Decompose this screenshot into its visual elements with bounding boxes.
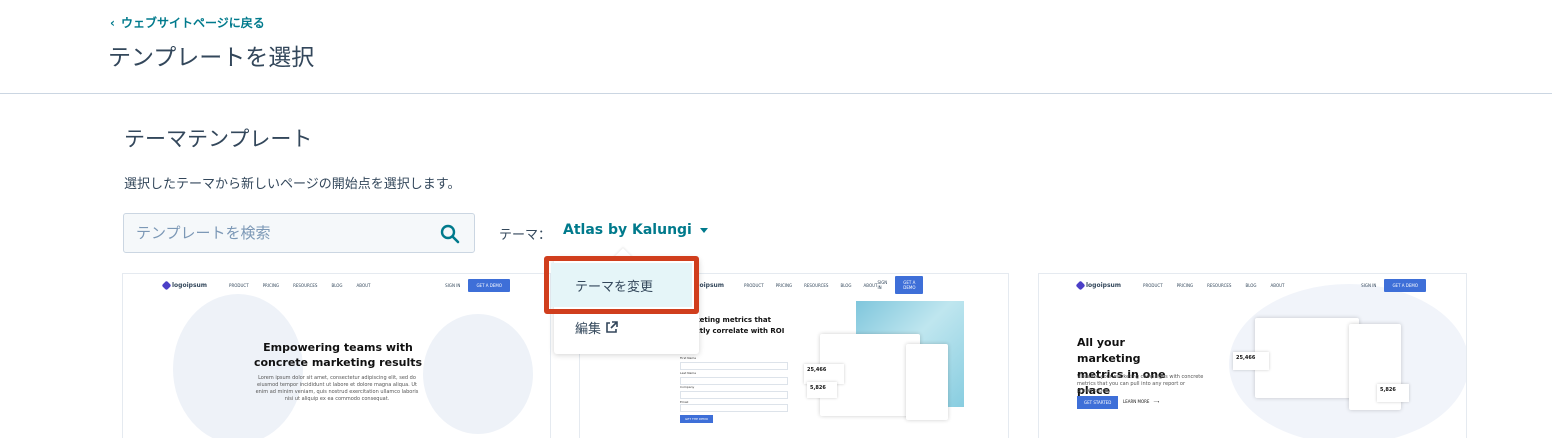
arrow-right-icon: ⟶ [1153, 399, 1160, 404]
template-card[interactable]: logoipsum PRODUCT PRICING RESOURCES BLOG… [123, 274, 550, 438]
template-nav-item: PRICING [1176, 282, 1194, 288]
template-nav-item: ABOUT [863, 282, 878, 288]
template-body: Lorem ipsum dolor sit amet, consectetur … [255, 375, 419, 402]
template-nav-item: PRODUCT [744, 282, 764, 288]
logo-icon [1075, 280, 1086, 290]
template-nav: logoipsum PRODUCT PRICING RESOURCES BLOG… [123, 274, 550, 296]
template-nav-item: PRODUCT [1143, 282, 1163, 288]
section-description: 選択したテーマから新しいページの開始点を選択します。 [124, 177, 461, 192]
decorative-blob [423, 314, 533, 434]
edit-theme-label: 編集 [575, 321, 602, 337]
back-link-label: ウェブサイトページに戻る [120, 16, 265, 30]
page-title: テンプレートを選択 [108, 45, 315, 71]
template-nav-item: BLOG [331, 282, 343, 288]
back-link[interactable]: ‹ ウェブサイトページに戻る [110, 14, 265, 31]
dashboard-panel [906, 344, 948, 420]
stat-card: 5,826 [807, 382, 837, 398]
template-cta: GET A DEMO [468, 278, 510, 292]
template-sign-in: SIGN IN [445, 282, 461, 288]
theme-label: テーマ： [499, 228, 552, 243]
template-card[interactable]: logoipsum PRODUCT PRICING RESOURCES BLOG… [1039, 274, 1466, 438]
logo-text: logoipsum [172, 281, 208, 289]
stat-card: 25,466 [1233, 352, 1269, 370]
template-logo: logoipsum [1075, 280, 1122, 290]
theme-selected: Atlas by Kalungi [563, 222, 692, 238]
template-sign-in: SIGN IN [1361, 282, 1377, 288]
form-field [680, 362, 788, 370]
template-nav-item: PRICING [775, 282, 793, 288]
template-nav-item: ABOUT [356, 282, 371, 288]
template-nav-item: PRICING [262, 282, 280, 288]
change-theme-menu-item[interactable]: テーマを変更 [544, 256, 699, 314]
template-primary-button: GET STARTED [1077, 396, 1119, 409]
template-body: Visualize your marketing campaigns with … [1077, 374, 1204, 394]
external-link-icon [606, 320, 618, 333]
stat-value: 5,826 [810, 385, 826, 391]
stat-value: 25,466 [807, 367, 827, 373]
template-nav-item: PRODUCT [229, 282, 249, 288]
template-submit: GET THE DEMO [680, 415, 714, 423]
template-heading: Empowering teams with concrete marketing… [253, 341, 423, 369]
form-field [680, 404, 788, 412]
template-search [123, 213, 475, 253]
search-input[interactable] [124, 214, 434, 252]
template-nav-item: RESOURCES [293, 282, 318, 288]
form-field [680, 377, 788, 385]
form-field [680, 391, 788, 399]
form-field-label: First Name [680, 356, 697, 360]
page-header: ‹ ウェブサイトページに戻る テンプレートを選択 [0, 0, 1552, 94]
caret-down-icon [699, 227, 708, 233]
chevron-left-icon: ‹ [110, 15, 115, 30]
stat-value: 25,466 [1236, 355, 1256, 361]
template-nav-item: BLOG [1245, 282, 1257, 288]
logo-text: logoipsum [1086, 281, 1122, 289]
template-cta: GET A DEMO [1384, 278, 1426, 292]
form-field-label: Last Name [680, 371, 697, 375]
form-field-label: Company [680, 385, 695, 389]
template-sign-in: SIGN IN [877, 280, 888, 290]
search-icon[interactable] [440, 224, 460, 244]
stat-card: 25,466 [804, 364, 844, 384]
template-secondary-link: LEARN MORE ⟶ [1123, 399, 1159, 404]
template-nav-item: ABOUT [1270, 282, 1285, 288]
template-nav-item: RESOURCES [1207, 282, 1232, 288]
logo-icon [161, 280, 172, 290]
section-title: テーマテンプレート [124, 127, 313, 151]
template-nav-item: RESOURCES [804, 282, 829, 288]
dashboard-panel [1255, 318, 1359, 398]
template-cta: GET A DEMO [895, 276, 924, 294]
template-nav-item: BLOG [840, 282, 852, 288]
edit-theme-menu-item[interactable]: 編集 [555, 312, 698, 342]
stat-value: 5,826 [1380, 387, 1396, 393]
template-logo: logoipsum [161, 280, 208, 290]
stat-card: 5,826 [1377, 384, 1409, 402]
template-nav: logoipsum PRODUCT PRICING RESOURCES BLOG… [1039, 274, 1466, 296]
theme-dropdown[interactable]: Atlas by Kalungi [563, 222, 708, 238]
change-theme-label: テーマを変更 [575, 279, 654, 295]
template-secondary-label: LEARN MORE [1123, 399, 1150, 404]
